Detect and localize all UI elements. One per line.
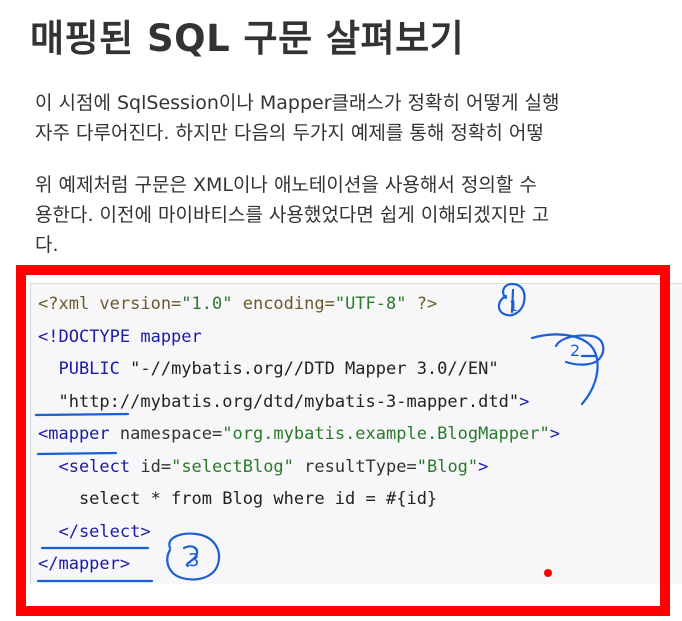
paragraph-intro: 이 시점에 SqlSession이나 Mapper클래스가 정확히 어떻게 실행… xyxy=(35,88,559,148)
code-token: "selectBlog" xyxy=(171,456,294,477)
code-token: <!DOCTYPE mapper xyxy=(38,326,202,347)
code-token: > xyxy=(519,391,530,412)
code-token: id= xyxy=(130,456,172,477)
code-line: <mapper namespace="org.mybatis.example.B… xyxy=(38,418,560,451)
code-token: "http://mybatis.org/dtd/mybatis-3-mapper… xyxy=(58,391,520,412)
page-title: 매핑된 SQL 구문 살펴보기 xyxy=(30,17,465,60)
paragraph-line: 자주 다루어진다. 하지만 다음의 두가지 예제를 통해 정확히 어떻 xyxy=(35,122,544,144)
code-token: "Blog" xyxy=(416,456,479,477)
code-token: "UTF-8" xyxy=(334,294,407,314)
paragraph-line: 다. xyxy=(35,234,59,256)
code-line: <select id="selectBlog" resultType="Blog… xyxy=(38,451,560,484)
code-listing[interactable]: <?xml version="1.0" encoding="UTF-8" ?> <… xyxy=(38,288,560,581)
code-line: </select> xyxy=(38,516,560,549)
code-line: PUBLIC "-//mybatis.org//DTD Mapper 3.0//… xyxy=(38,353,560,386)
code-line: select * from Blog where id = #{id} xyxy=(38,483,560,516)
paragraph-line: 이 시점에 SqlSession이나 Mapper클래스가 정확히 어떻게 실행 xyxy=(35,92,560,114)
code-token: PUBLIC xyxy=(38,359,131,379)
code-line: </mapper> xyxy=(38,548,560,581)
page: 매핑된 SQL 구문 살펴보기 이 시점에 SqlSession이나 Mappe… xyxy=(0,0,682,621)
code-token: </select> xyxy=(38,521,151,542)
code-token: "-//mybatis.org//DTD Mapper 3.0//EN" xyxy=(130,359,499,379)
code-token: "org.mybatis.example.BlogMapper" xyxy=(222,424,550,444)
code-token: encoding= xyxy=(232,294,335,314)
code-block[interactable]: <?xml version="1.0" encoding="UTF-8" ?> <… xyxy=(30,283,682,584)
code-token: > xyxy=(549,424,561,444)
paragraph-line: 용한다. 이전에 마이바티스를 사용했었다면 쉽게 이해되겠지만 고 xyxy=(35,204,550,226)
code-token: <?xml version= xyxy=(38,294,182,314)
code-line: "http://mybatis.org/dtd/mybatis-3-mapper… xyxy=(38,386,560,419)
code-token: > xyxy=(478,456,489,477)
paragraph-description: 위 예제처럼 구문은 XML이나 애노테이션을 사용해서 정의할 수 용한다. … xyxy=(35,170,549,260)
paragraph-line: 위 예제처럼 구문은 XML이나 애노테이션을 사용해서 정의할 수 xyxy=(35,174,537,196)
code-token: <mapper xyxy=(38,424,110,444)
code-token: </mapper> xyxy=(38,554,131,574)
code-line: <?xml version="1.0" encoding="UTF-8" ?> xyxy=(38,288,560,321)
code-token: namespace= xyxy=(109,424,223,444)
code-token: resultType= xyxy=(293,456,417,477)
code-line: <!DOCTYPE mapper xyxy=(38,321,560,354)
code-token: select * from Blog where id = #{id} xyxy=(38,489,438,509)
code-token: "1.0" xyxy=(181,294,233,314)
code-token: <select xyxy=(38,456,131,477)
code-token: ?> xyxy=(406,294,438,314)
